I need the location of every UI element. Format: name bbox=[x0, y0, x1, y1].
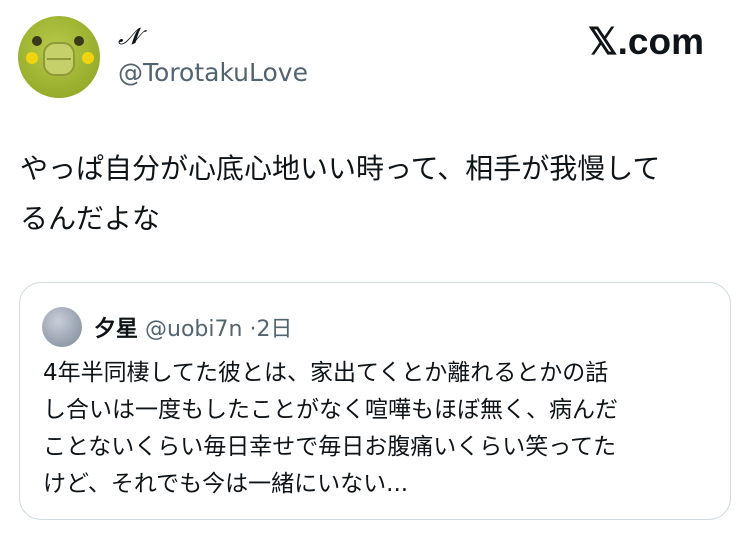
quoted-text-line: ことないくらい毎日幸せで毎日お腹痛いくらい笑ってた bbox=[43, 434, 617, 460]
quoted-text-line: けど、それでも今は一緒にいない... bbox=[43, 471, 409, 497]
frog-cheek-icon bbox=[82, 52, 94, 64]
quoted-tweet-card[interactable]: 夕星 @uobi7n ·2日 4年半同棲してた彼とは、家出てくとか離れるとかの話… bbox=[19, 282, 731, 520]
tweet-text-line: やっぱ自分が心底心地いい時って、相手が我慢して bbox=[20, 152, 661, 185]
quoted-tweet-header: 夕星 @uobi7n ·2日 bbox=[94, 311, 292, 343]
frog-mouth-icon bbox=[43, 42, 75, 76]
author-handle[interactable]: @TorotakuLove bbox=[118, 58, 308, 87]
author-display-name[interactable]: 𝓝 bbox=[118, 24, 140, 50]
quoted-text-line: 4年半同棲してた彼とは、家出てくとか離れるとかの話 bbox=[43, 360, 609, 386]
tweet-text-line: るんだよな bbox=[20, 202, 161, 235]
quoted-display-name[interactable]: 夕星 bbox=[94, 317, 138, 342]
frog-cheek-icon bbox=[26, 52, 38, 64]
quoted-handle[interactable]: @uobi7n bbox=[145, 317, 242, 342]
quoted-text-line: し合いは一度もしたことがなく喧嘩もほぼ無く、病んだ bbox=[43, 397, 618, 423]
x-logo: 𝕏.com bbox=[587, 21, 704, 62]
author-avatar[interactable] bbox=[18, 16, 100, 98]
frog-eye-icon bbox=[32, 36, 42, 46]
quoted-timestamp[interactable]: 2日 bbox=[256, 317, 292, 342]
user-avatar-icon[interactable] bbox=[42, 307, 82, 347]
quoted-tweet-text: 4年半同棲してた彼とは、家出てくとか離れるとかの話 し合いは一度もしたことがなく… bbox=[43, 355, 715, 503]
tweet-text: やっぱ自分が心底心地いい時って、相手が我慢して るんだよな bbox=[20, 144, 720, 244]
frog-eye-icon bbox=[74, 36, 84, 46]
